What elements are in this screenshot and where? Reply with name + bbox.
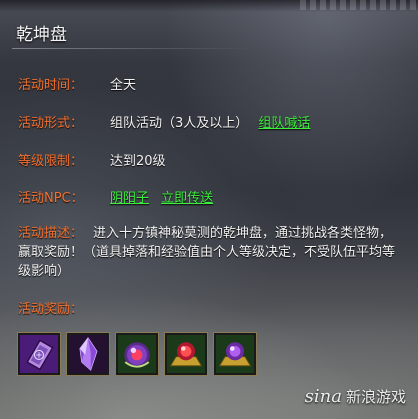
teleport-link[interactable]: 立即传送 xyxy=(161,191,213,206)
level-limit-label: 等级限制： xyxy=(18,154,84,169)
activity-form-value: 组队活动（3人及以上） xyxy=(110,116,249,131)
row-activity-form: 活动形式： 组队活动（3人及以上） 组队喊话 xyxy=(18,112,310,131)
row-activity-time: 活动时间： 全天 xyxy=(18,74,136,93)
top-decoration xyxy=(0,0,418,12)
activity-info-panel: 乾坤盘 活动时间： 全天 活动形式： 组队活动（3人及以上） 组队喊话 等级限制… xyxy=(0,0,418,419)
rewards-label: 活动奖励： xyxy=(18,302,84,317)
activity-form-value-group: 组队活动（3人及以上） 组队喊话 xyxy=(110,112,310,131)
activity-time-value: 全天 xyxy=(110,78,137,93)
activity-description-label: 活动描述： xyxy=(18,226,84,241)
activity-form-label: 活动形式： xyxy=(18,116,84,131)
reward-icon-list xyxy=(17,332,257,376)
magic-orb-icon[interactable] xyxy=(115,332,159,376)
sina-watermark-text: 新浪游戏 xyxy=(345,388,406,406)
activity-npc-label: 活动NPC： xyxy=(18,191,84,206)
row-rewards: 活动奖励： xyxy=(18,298,83,317)
team-shout-link[interactable]: 组队喊话 xyxy=(258,116,310,131)
sina-watermark: sina 新浪游戏 xyxy=(305,386,406,407)
row-level-limit: 等级限制： 达到20级 xyxy=(18,150,166,169)
purple-orb-gold-base-icon[interactable] xyxy=(213,332,257,376)
activity-description: 活动描述： 进入十方镇神秘莫测的乾坤盘，通过挑战各类怪物，赢取奖励！（道具掉落和经… xyxy=(18,224,403,281)
level-limit-value: 达到20级 xyxy=(110,154,166,169)
scroll-card-icon[interactable] xyxy=(17,332,61,376)
sina-logo: sina xyxy=(304,386,342,407)
row-activity-npc: 活动NPC： 阴阳子 立即传送 xyxy=(18,187,213,206)
activity-npc-links: 阴阳子 立即传送 xyxy=(110,187,213,206)
activity-time-label: 活动时间： xyxy=(18,78,84,93)
purple-crystal-icon[interactable] xyxy=(66,332,110,376)
red-orb-gold-base-icon[interactable] xyxy=(164,332,208,376)
npc-name-link[interactable]: 阴阳子 xyxy=(110,191,149,206)
panel-title: 乾坤盘 xyxy=(16,25,67,45)
title-divider xyxy=(12,48,252,49)
